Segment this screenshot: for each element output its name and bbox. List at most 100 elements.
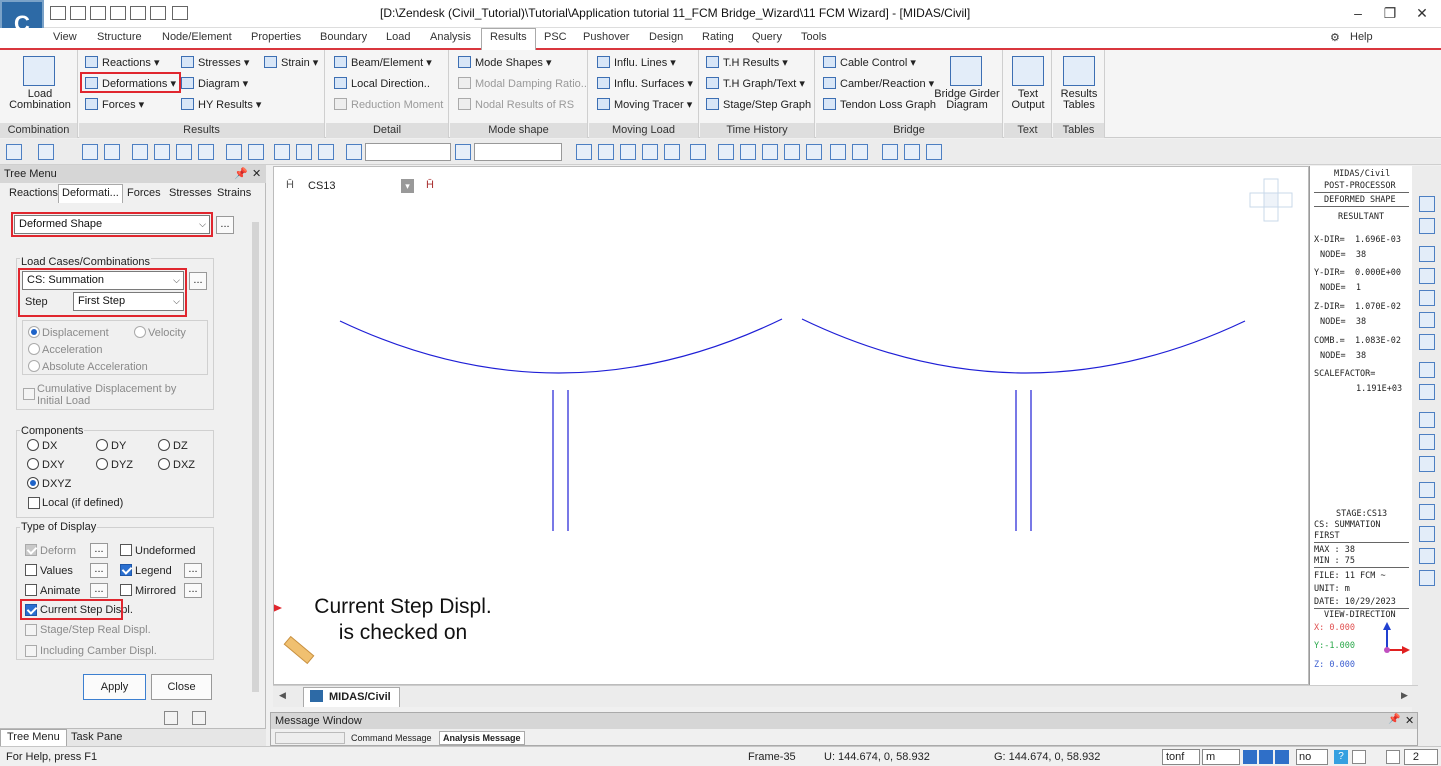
toolbar-icon[interactable] [882,144,898,160]
toolbar-icon[interactable] [784,144,800,160]
tree-scrollbar[interactable] [252,222,259,692]
tab-structure[interactable]: Structure [97,31,142,43]
mode-dropdown[interactable]: no [1296,749,1328,765]
displacement-radio[interactable] [28,326,40,338]
camber-reaction-button[interactable]: Camber/Reaction ▾ [823,77,934,90]
tab-view[interactable]: View [53,31,77,43]
absolute-acceleration-radio[interactable] [28,360,40,372]
tab-node-element[interactable]: Node/Element [162,31,232,43]
mode-shapes-button[interactable]: Mode Shapes ▾ [458,56,551,69]
help-question-icon[interactable]: ? [1334,750,1348,764]
legend-checkbox[interactable] [120,564,132,576]
pin-icon[interactable]: 📌 [1388,714,1400,725]
dxyz-radio[interactable] [27,477,39,489]
undo-arrow-icon[interactable] [6,144,22,160]
toolbar-icon[interactable] [690,144,706,160]
mirrored-options-button[interactable]: ... [184,583,202,598]
deform-options-button[interactable]: ... [90,543,108,558]
tab-psc[interactable]: PSC [544,31,567,43]
acceleration-radio[interactable] [28,343,40,355]
fit-icon[interactable] [1419,482,1435,498]
bridge-girder-diagram-button[interactable]: Bridge Girder Diagram [933,89,1001,111]
tab-stresses[interactable]: Stresses [169,187,212,199]
reduction-moment-button[interactable]: Reduction Moment [334,98,443,111]
pin-icon[interactable]: 📌 [234,167,248,180]
toolbar-icon[interactable] [82,144,98,160]
apply-button[interactable]: Apply [83,674,146,700]
help-gear-icon[interactable]: ⚙ [1330,31,1340,44]
moving-tracer-button[interactable]: Moving Tracer ▾ [597,98,692,111]
forces-button[interactable]: Forces ▾ [85,98,144,111]
force-unit-dropdown[interactable]: tonf [1162,749,1200,765]
rotate-icon[interactable] [1419,456,1435,472]
stage-step-graph-button[interactable]: Stage/Step Graph [706,98,811,111]
close-window-icon[interactable]: ✕ [1410,4,1434,22]
print-icon[interactable] [192,711,206,725]
cumulative-checkbox[interactable] [23,388,35,400]
animate-checkbox[interactable] [25,584,37,596]
tab-query[interactable]: Query [752,31,782,43]
filter-dropdown[interactable] [474,143,562,161]
modal-damping-button[interactable]: Modal Damping Ratio.. [458,77,587,90]
open-file-icon[interactable] [70,6,86,20]
toolbar-icon[interactable] [762,144,778,160]
view-tool-icon[interactable] [1419,246,1435,262]
page-number-field[interactable]: 2 [1404,749,1438,765]
tab-tools[interactable]: Tools [801,31,827,43]
dz-radio[interactable] [158,439,170,451]
tab-properties[interactable]: Properties [251,31,301,43]
view-tool-icon[interactable] [1419,334,1435,350]
dyz-radio[interactable] [96,458,108,470]
new-file-icon[interactable] [50,6,66,20]
pan-icon[interactable] [1419,434,1435,450]
tab-tree-menu[interactable]: Tree Menu [0,729,67,747]
tab-load[interactable]: Load [386,31,410,43]
results-tables-button[interactable]: Results Tables [1055,89,1103,111]
toolbar-icon[interactable] [154,144,170,160]
tab-strains[interactable]: Strains [217,187,251,199]
mirrored-checkbox[interactable] [120,584,132,596]
tab-deformations[interactable]: Deformati... [58,184,123,203]
scroll-left-icon[interactable]: ◀ [279,690,286,701]
toolbar-icon[interactable] [718,144,734,160]
toolbar-icon[interactable] [806,144,822,160]
print-preview-icon[interactable] [150,6,166,20]
save-icon[interactable] [110,6,126,20]
minimize-icon[interactable]: – [1346,4,1370,22]
snap-icon[interactable] [1243,750,1257,764]
load-case-more-button[interactable]: ... [189,272,207,290]
toolbar-icon[interactable] [226,144,242,160]
diagram-button[interactable]: Diagram ▾ [181,77,248,90]
th-graph-button[interactable]: T.H Graph/Text ▾ [706,77,805,90]
deform-checkbox[interactable] [25,544,37,556]
toolbar-icon[interactable] [740,144,756,160]
toolbar-icon[interactable] [198,144,214,160]
toolbar-icon[interactable] [318,144,334,160]
open-project-icon[interactable] [90,6,106,20]
reactions-button[interactable]: Reactions ▾ [85,56,160,69]
beam-element-button[interactable]: Beam/Element ▾ [334,56,432,69]
local-direction-button[interactable]: Local Direction.. [334,77,430,90]
toolbar-icon[interactable] [904,144,920,160]
toolbar-icon[interactable] [642,144,658,160]
tab-forces[interactable]: Forces [127,187,161,199]
tab-pushover[interactable]: Pushover [583,31,629,43]
redo-arrow-icon[interactable] [38,144,54,160]
zoom-window-icon[interactable] [1419,504,1435,520]
scroll-right-icon[interactable]: ▶ [1401,690,1408,701]
tab-analysis-message[interactable]: Analysis Message [439,731,525,745]
tab-rating[interactable]: Rating [702,31,734,43]
toolbar-icon[interactable] [830,144,846,160]
zoom-icon[interactable] [1419,412,1435,428]
close-button[interactable]: Close [151,674,212,700]
print-icon[interactable] [130,6,146,20]
tab-reactions[interactable]: Reactions [9,187,58,199]
view-tool-icon[interactable] [1419,268,1435,284]
toolbar-icon[interactable] [248,144,264,160]
status-tool-icon[interactable] [1352,750,1366,764]
local-if-defined-checkbox[interactable] [28,497,40,509]
selection-dropdown[interactable] [365,143,451,161]
view-tool-icon[interactable] [1419,312,1435,328]
zoom-out-icon[interactable] [1419,548,1435,564]
dxz-radio[interactable] [158,458,170,470]
